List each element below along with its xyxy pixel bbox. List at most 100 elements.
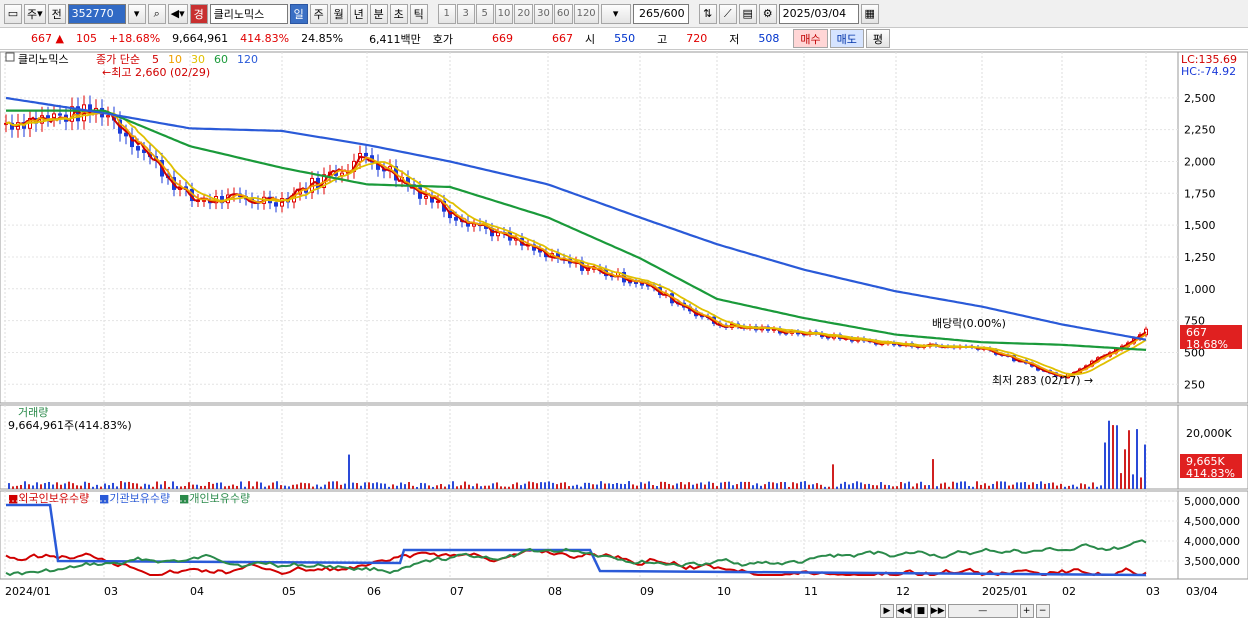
candle-body [454,217,458,221]
volume-bar [612,484,614,489]
volume-bar [744,481,746,489]
volume-bar [676,483,678,489]
stock-code-input[interactable]: 352770 [67,3,126,24]
volume-bar [452,481,454,489]
eval-button[interactable]: 평 [865,29,891,48]
buy-button[interactable]: 매수 [793,29,828,48]
volume-bar [852,483,854,489]
volume-bar [792,482,794,489]
volume-bar [144,483,146,489]
scroll-end-icon[interactable]: ▶▶ [929,603,946,618]
zoom-in-icon[interactable]: + [1019,603,1034,618]
date-field[interactable]: 2025/03/04 [778,3,859,24]
volume-bar [32,485,34,489]
volume-bar [8,483,10,489]
count-field[interactable]: 265/600 [632,3,689,24]
volume-bar [72,483,74,489]
volume-bar [240,481,242,489]
zoom-slider[interactable]: — [947,603,1018,618]
chevron-down-icon[interactable]: ▾ [127,3,146,24]
scroll-right-icon[interactable]: ▶ [880,603,894,618]
market-select[interactable]: 전 [47,3,66,24]
candle-body [424,195,428,199]
interval-button-1[interactable]: 1 [437,3,456,24]
volume-bar [980,484,982,489]
period-tab-2[interactable]: 월 [329,3,348,24]
volume-bar [804,481,806,489]
volume-bar [284,485,286,489]
speaker-icon[interactable]: ◀▾ [167,3,188,24]
save-icon[interactable]: ▤ [738,3,757,24]
volume-ratio: 414.83% [240,32,290,45]
volume-bar [128,481,130,489]
period-tab-5[interactable]: 초 [389,3,408,24]
volume-bar [620,483,622,489]
volume-bar [784,482,786,489]
volume-bar [1084,484,1086,489]
volume-bar [340,484,342,489]
volume-bar [640,482,642,489]
volume-bar [740,481,742,489]
change-pct: +18.68% [109,32,161,45]
volume-bar [1132,474,1134,489]
low-price: 508 [758,32,780,45]
volume-bar [1072,484,1074,489]
volume-bar [972,486,974,489]
volume-bar [844,481,846,489]
stop-icon[interactable]: ■ [913,603,928,618]
period-tab-6[interactable]: 틱 [409,3,428,24]
volume-bar [336,481,338,489]
volume-bar [512,484,514,489]
ma-legend-item: 30 [191,53,205,66]
volume-bar [456,486,458,489]
x-tick-label: 2024/01 [5,585,51,598]
candle-body [340,172,344,176]
volume-bar [356,483,358,489]
volume-bar [700,482,702,489]
interval-button-60[interactable]: 60 [553,3,573,24]
price-y-tick: 2,000 [1184,155,1216,168]
interval-button-5[interactable]: 5 [475,3,494,24]
period-tab-1[interactable]: 주 [309,3,328,24]
candle-body [58,113,62,116]
interval-button-20[interactable]: 20 [514,3,534,24]
volume-bar [632,484,634,489]
holdings-legend-item: ■개인보유수량 [179,492,250,505]
interval-dropdown[interactable]: ▾ [600,3,631,24]
volume-bar [688,482,690,489]
x-tick-label: 02 [1062,585,1076,598]
sell-button[interactable]: 매도 [829,29,864,48]
volume-bar [724,481,726,489]
draw-tool-icon[interactable]: ⟋ [718,3,737,24]
volume-bar [468,484,470,489]
interval-button-10[interactable]: 10 [494,3,514,24]
interval-button-30[interactable]: 30 [534,3,553,24]
stock-chart[interactable]: 2,5002,2502,0001,7501,5001,2501,00075050… [0,51,1248,621]
period-tab-0[interactable]: 일 [289,3,308,24]
volume-bar [168,486,170,489]
zoom-out-icon[interactable]: − [1035,603,1050,618]
volume-bar [1092,482,1094,489]
scroll-start-icon[interactable]: ◀◀ [896,603,912,618]
window-menu-icon[interactable]: ▭ [4,3,22,24]
candle-body [46,115,50,119]
interval-button-3[interactable]: 3 [456,3,475,24]
volume-bar [672,485,674,489]
calendar-icon[interactable]: ▦ [860,3,879,24]
indicator-icon[interactable]: ⇅ [698,3,717,24]
candle-body [124,132,128,137]
x-tick-label: 11 [804,585,818,598]
volume-bar [504,486,506,489]
x-tick-label: 09 [640,585,654,598]
volume-bar [564,482,566,489]
interval-button-120[interactable]: 120 [573,3,599,24]
search-icon[interactable]: ⌕ [147,3,166,24]
mode-select[interactable]: 주 ▾ [24,3,46,24]
holdings-y-tick: 5,000,000 [1184,495,1240,508]
period-tab-3[interactable]: 년 [349,3,368,24]
stock-name-field[interactable]: 클리노믹스 [209,3,288,24]
gear-icon[interactable]: ⚙ [758,3,777,24]
volume-bar [380,483,382,489]
period-tab-4[interactable]: 분 [369,3,388,24]
volume-bar [944,482,946,489]
